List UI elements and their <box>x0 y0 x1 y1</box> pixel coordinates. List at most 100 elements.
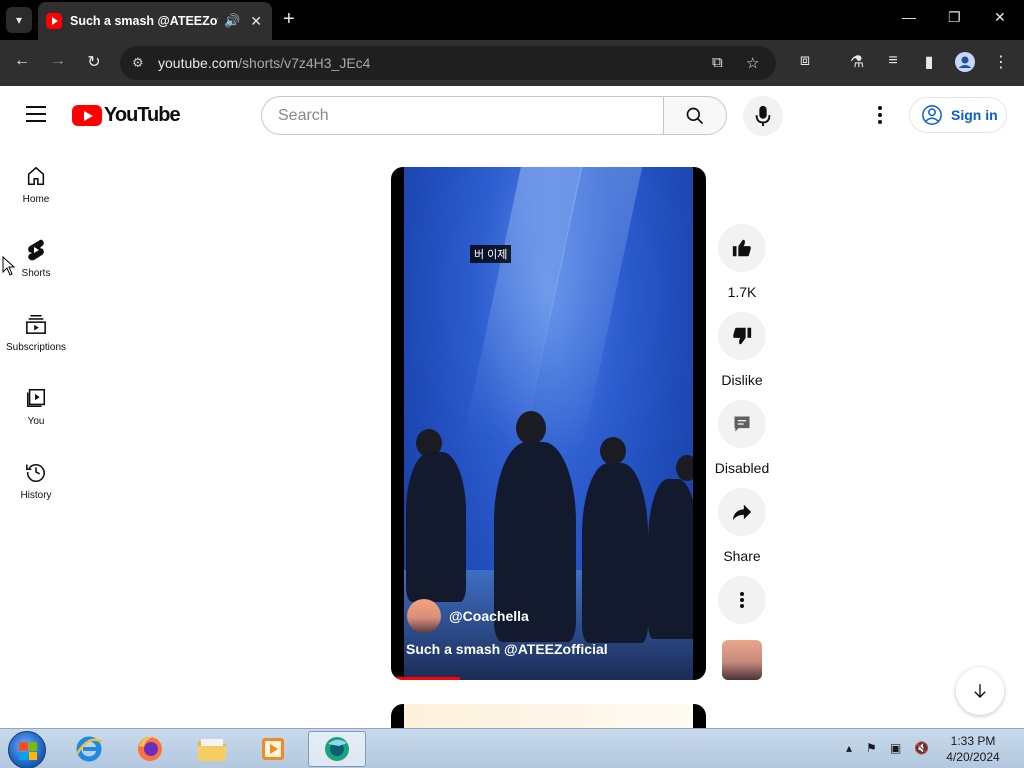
restore-icon[interactable]: ❐ <box>948 9 961 26</box>
youtube-logo[interactable]: YouTube <box>72 104 181 127</box>
comments-label: Disabled <box>714 460 770 476</box>
bookmark-star-icon[interactable]: ☆ <box>746 54 759 72</box>
dislike-action[interactable]: Dislike <box>714 312 770 388</box>
share-arrow-icon <box>732 504 752 521</box>
hamburger-menu-icon[interactable] <box>26 106 46 122</box>
video-progress-bar[interactable] <box>391 677 461 680</box>
sidebar-item-label: Home <box>22 194 50 205</box>
home-icon <box>27 166 45 186</box>
more-actions[interactable] <box>714 576 770 624</box>
sound-thumbnail[interactable] <box>722 640 762 680</box>
minimize-icon[interactable]: — <box>902 9 916 25</box>
short-title: Such a smash @ATEEZofficial <box>406 641 608 657</box>
sidebar-item-shorts[interactable]: Shorts <box>0 218 72 288</box>
account-icon <box>922 105 942 125</box>
close-tab-icon[interactable]: ✕ <box>250 13 262 30</box>
sign-in-label: Sign in <box>951 107 998 123</box>
system-clock[interactable]: 1:33 PM 4/20/2024 <box>938 733 1008 765</box>
reload-icon[interactable]: ↻ <box>83 52 105 72</box>
next-short-button[interactable] <box>956 667 1004 715</box>
extensions-puzzle-icon[interactable]: ⧈ <box>794 52 816 70</box>
arrow-down-icon <box>974 684 986 698</box>
sidebar-item-label: Subscriptions <box>5 342 67 353</box>
comments-action[interactable]: Disabled <box>714 400 770 476</box>
share-button[interactable] <box>718 488 766 536</box>
you-library-icon <box>26 388 46 408</box>
search-button[interactable] <box>663 96 727 135</box>
speaker-icon[interactable]: 🔊 <box>224 13 240 29</box>
next-short-preview[interactable] <box>391 704 706 730</box>
volume-muted-icon[interactable]: 🔇 <box>914 741 929 755</box>
channel-link[interactable]: @Coachella <box>407 599 529 633</box>
sidebar-item-subscriptions[interactable]: Subscriptions <box>0 292 72 362</box>
sidebar-item-history[interactable]: History <box>0 440 72 510</box>
subscriptions-icon <box>26 314 46 334</box>
url-text[interactable]: youtube.com/shorts/v7z4H3_JEc4 <box>158 55 370 71</box>
side-panel-icon[interactable]: ▮ <box>918 52 940 72</box>
share-label: Share <box>723 548 761 564</box>
search-icon <box>686 107 704 124</box>
shorts-icon <box>28 239 44 261</box>
windows-taskbar: ▴ ⚑ ▣ 🔇 1:33 PM 4/20/2024 <box>0 728 1024 768</box>
windows-logo-icon <box>19 742 37 760</box>
browser-tab[interactable]: Such a smash @ATEEZofficial 🔊 ✕ <box>38 2 272 40</box>
site-info-icon[interactable]: ⚙ <box>132 55 150 71</box>
close-window-icon[interactable]: ✕ <box>994 9 1006 26</box>
thumbs-up-icon <box>732 239 751 257</box>
clock-time: 1:33 PM <box>950 734 996 748</box>
sidebar-item-label: History <box>20 490 52 501</box>
like-count: 1.7K <box>727 284 757 300</box>
like-action[interactable]: 1.7K <box>714 224 770 300</box>
youtube-play-logo-icon <box>72 105 102 126</box>
back-arrow-icon[interactable]: ← <box>11 52 33 70</box>
youtube-header: YouTube Sign in <box>0 86 1024 144</box>
dislike-button[interactable] <box>718 312 766 360</box>
install-app-icon[interactable]: ⧉ <box>712 54 723 71</box>
file-explorer-icon[interactable] <box>185 731 239 767</box>
share-action[interactable]: Share <box>714 488 770 564</box>
channel-avatar[interactable] <box>407 599 441 633</box>
search-input[interactable] <box>261 96 664 135</box>
microphone-icon <box>755 105 771 127</box>
shorts-video-player[interactable]: 버 이제 @Coachella Such a smash @ATEEZoffic… <box>391 167 706 680</box>
firefox-icon[interactable] <box>123 731 177 767</box>
kebab-more-icon <box>740 592 744 608</box>
internet-explorer-icon[interactable] <box>62 731 116 767</box>
browser-tab-bar: ▾ Such a smash @ATEEZofficial 🔊 ✕ + — ❐ … <box>0 0 1024 40</box>
comments-button[interactable] <box>718 400 766 448</box>
browser-menu-kebab-icon[interactable]: ⋮ <box>990 52 1012 72</box>
labs-flask-icon[interactable]: ⚗ <box>846 52 868 72</box>
sidebar-item-label: Shorts <box>21 268 51 279</box>
mouse-cursor-icon <box>2 256 16 276</box>
history-icon <box>26 464 45 483</box>
browser-toolbar: ← → ↻ ⚙ youtube.com/shorts/v7z4H3_JEc4 ⧉… <box>0 40 1024 86</box>
voice-search-button[interactable] <box>743 96 783 136</box>
chrome-app-icon[interactable] <box>308 731 366 767</box>
video-subtitle-caption: 버 이제 <box>470 245 512 263</box>
tab-title: Such a smash @ATEEZofficial <box>70 14 218 28</box>
action-center-flag-icon[interactable]: ⚑ <box>866 741 877 755</box>
network-icon[interactable]: ▣ <box>890 741 901 755</box>
channel-name[interactable]: @Coachella <box>449 608 529 624</box>
new-tab-plus-icon[interactable]: + <box>283 8 295 31</box>
sidebar-item-you[interactable]: You <box>0 366 72 436</box>
tab-search-chevron-icon[interactable]: ▾ <box>6 7 32 33</box>
address-bar[interactable]: ⚙ youtube.com/shorts/v7z4H3_JEc4 ⧉ ☆ <box>120 46 776 80</box>
sidebar-item-label: You <box>27 416 45 427</box>
like-button[interactable] <box>718 224 766 272</box>
profile-avatar-icon[interactable] <box>954 52 976 77</box>
sidebar-item-home[interactable]: Home <box>0 144 72 214</box>
sign-in-button[interactable]: Sign in <box>909 97 1007 133</box>
media-player-icon[interactable] <box>246 731 300 767</box>
tray-overflow-arrow-icon[interactable]: ▴ <box>846 741 852 755</box>
logo-wordmark: YouTube <box>104 104 181 126</box>
thumbs-down-icon <box>733 327 752 345</box>
media-controls-icon[interactable]: ≡ <box>882 52 904 70</box>
settings-kebab-icon[interactable] <box>868 102 892 128</box>
dislike-label: Dislike <box>721 372 763 388</box>
youtube-favicon-icon <box>46 13 62 29</box>
start-button[interactable] <box>8 731 46 768</box>
clock-date: 4/20/2024 <box>946 750 1000 764</box>
more-options-button[interactable] <box>718 576 766 624</box>
forward-arrow-icon[interactable]: → <box>47 52 69 70</box>
